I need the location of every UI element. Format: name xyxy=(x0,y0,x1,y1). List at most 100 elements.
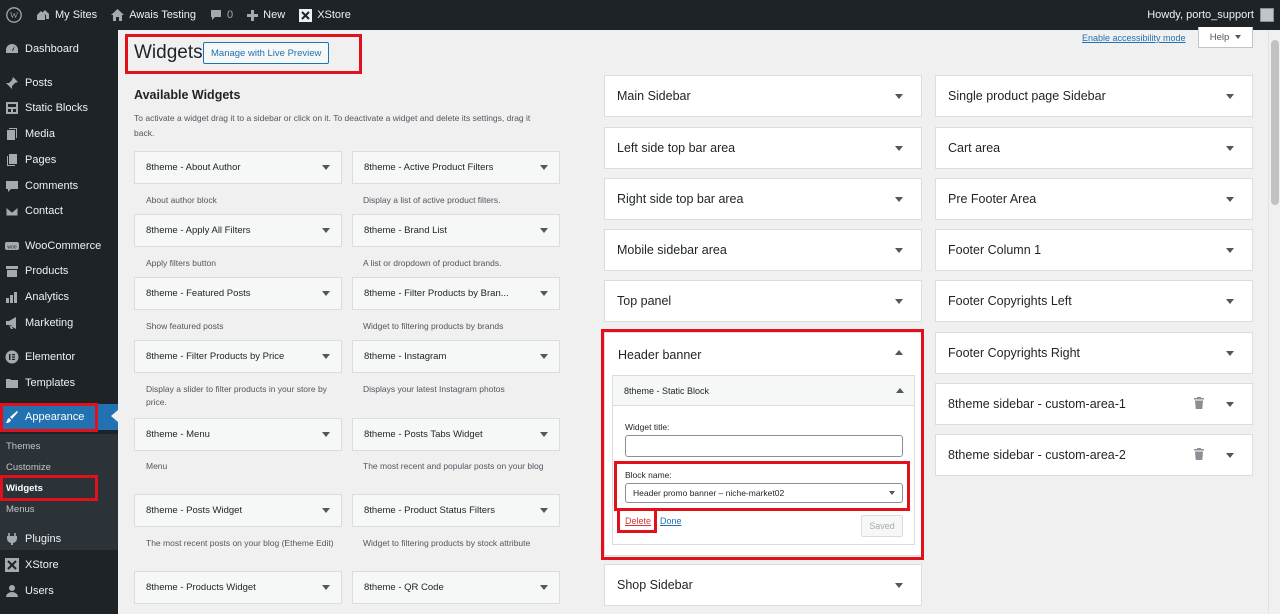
widget-item[interactable]: 8theme - QR Code xyxy=(352,571,560,604)
widget-item[interactable]: 8theme - Filter Products by Bran... xyxy=(352,277,560,310)
caret-down-icon xyxy=(540,228,548,233)
caret-down-icon xyxy=(540,165,548,170)
help-button[interactable]: Help xyxy=(1198,27,1253,48)
sidebar-item-contact[interactable]: Contact xyxy=(0,199,118,223)
sidebar-area-title[interactable]: Header banner xyxy=(618,348,701,362)
new-content-menu[interactable]: New xyxy=(240,0,292,30)
sidebar-area-custom-area-2[interactable]: 8theme sidebar - custom-area-2 xyxy=(935,434,1253,476)
widget-description: The most recent and popular posts on you… xyxy=(363,461,544,471)
sidebar-area-title: 8theme sidebar - custom-area-1 xyxy=(948,397,1126,411)
widget-description: About author block xyxy=(146,195,217,205)
widget-header[interactable]: 8theme - Static Block xyxy=(613,376,914,406)
caret-down-icon xyxy=(1226,145,1234,151)
sidebar-item-marketing[interactable]: Marketing xyxy=(0,311,118,335)
my-sites-menu[interactable]: My Sites xyxy=(29,0,104,30)
caret-down-icon xyxy=(895,145,903,151)
sidebar-area-footer-copyrights-right[interactable]: Footer Copyrights Right xyxy=(935,332,1253,374)
sidebar-area-top-panel[interactable]: Top panel xyxy=(604,280,922,322)
widget-item[interactable]: 8theme - Posts Tabs Widget xyxy=(352,418,560,451)
sidebar-item-plugins[interactable]: Plugins xyxy=(0,527,118,551)
block-name-select[interactable]: Header promo banner – niche-market02 xyxy=(625,483,903,503)
sidebar-area-single-product[interactable]: Single product page Sidebar xyxy=(935,75,1253,117)
sidebar-item-elementor[interactable]: Elementor xyxy=(0,345,118,369)
avatar xyxy=(1260,8,1274,22)
sidebar-item-dashboard[interactable]: Dashboard xyxy=(0,37,118,61)
submenu-item-menus[interactable]: Menus xyxy=(6,504,35,515)
trash-icon[interactable] xyxy=(1194,396,1204,412)
widget-name: 8theme - QR Code xyxy=(364,582,444,593)
sidebar-item-static-blocks[interactable]: Static Blocks xyxy=(0,96,118,120)
sidebar-area-right-top-bar[interactable]: Right side top bar area xyxy=(604,178,922,220)
sidebar-item-pages[interactable]: Pages xyxy=(0,148,118,172)
widget-description: A list or dropdown of product brands. xyxy=(363,258,502,268)
widget-item[interactable]: 8theme - Instagram xyxy=(352,340,560,373)
sidebar-item-users[interactable]: Users xyxy=(0,579,118,603)
widget-item[interactable]: 8theme - Posts Widget xyxy=(134,494,342,527)
sidebar-area-shop-sidebar[interactable]: Shop Sidebar xyxy=(604,564,922,606)
widget-name: 8theme - Filter Products by Price xyxy=(146,351,285,362)
site-name-menu[interactable]: Awais Testing xyxy=(104,0,203,30)
sidebar-area-mobile[interactable]: Mobile sidebar area xyxy=(604,229,922,271)
widget-item[interactable]: 8theme - Apply All Filters xyxy=(134,214,342,247)
sidebar-area-cart[interactable]: Cart area xyxy=(935,127,1253,169)
user-icon xyxy=(6,585,18,597)
caret-up-icon[interactable] xyxy=(895,350,903,355)
wordpress-logo-button[interactable]: W xyxy=(0,0,29,30)
submenu-item-themes[interactable]: Themes xyxy=(6,441,40,452)
sidebar-area-custom-area-1[interactable]: 8theme sidebar - custom-area-1 xyxy=(935,383,1253,425)
sidebar-item-media[interactable]: Media xyxy=(0,122,118,146)
sidebar-item-analytics[interactable]: Analytics xyxy=(0,285,118,309)
available-widgets-title: Available Widgets xyxy=(134,88,241,102)
widget-title-label: Widget title: xyxy=(625,422,670,432)
comments-menu[interactable]: 0 xyxy=(203,0,240,30)
sidebar-area-title: Right side top bar area xyxy=(617,192,744,206)
submenu-item-customize[interactable]: Customize xyxy=(6,462,51,473)
widget-name: 8theme - Filter Products by Bran... xyxy=(364,288,509,299)
sidebar-area-left-top-bar[interactable]: Left side top bar area xyxy=(604,127,922,169)
widget-name: 8theme - Apply All Filters xyxy=(146,225,251,236)
sidebar-item-xstore[interactable]: XStore xyxy=(0,553,118,577)
comments-count: 0 xyxy=(227,9,234,21)
widget-item[interactable]: 8theme - About Author xyxy=(134,151,342,184)
sidebar-item-templates[interactable]: Templates xyxy=(0,371,118,395)
live-preview-button[interactable]: Manage with Live Preview xyxy=(203,42,330,64)
scrollbar-thumb[interactable] xyxy=(1271,40,1279,205)
widget-item[interactable]: 8theme - Active Product Filters xyxy=(352,151,560,184)
delete-link[interactable]: Delete xyxy=(625,516,651,526)
widget-description: Display a list of active product filters… xyxy=(363,195,501,205)
home-icon xyxy=(111,9,125,21)
widget-item[interactable]: 8theme - Products Widget xyxy=(134,571,342,604)
sidebar-area-footer-copyrights-left[interactable]: Footer Copyrights Left xyxy=(935,280,1253,322)
accessibility-mode-link[interactable]: Enable accessibility mode xyxy=(1082,33,1186,43)
xstore-menu[interactable]: XStore xyxy=(292,0,358,30)
account-menu[interactable]: Howdy, porto_support xyxy=(1147,0,1274,30)
submenu-item-widgets[interactable]: Widgets xyxy=(6,483,43,494)
blocks-icon xyxy=(6,102,18,114)
sidebar-item-appearance[interactable]: Appearance xyxy=(0,404,118,430)
sidebar-item-woocommerce[interactable]: woo WooCommerce xyxy=(0,234,118,258)
widget-item[interactable]: 8theme - Product Status Filters xyxy=(352,494,560,527)
widget-title-input[interactable] xyxy=(625,435,903,457)
trash-icon[interactable] xyxy=(1194,447,1204,463)
sidebar-item-label: Elementor xyxy=(25,351,76,363)
widget-item[interactable]: 8theme - Featured Posts xyxy=(134,277,342,310)
sidebar-item-comments[interactable]: Comments xyxy=(0,174,118,198)
sidebar-item-products[interactable]: Products xyxy=(0,259,118,283)
saved-button[interactable]: Saved xyxy=(861,515,903,537)
caret-down-icon xyxy=(322,508,330,513)
sidebar-area-footer-column-1[interactable]: Footer Column 1 xyxy=(935,229,1253,271)
mail-icon xyxy=(5,206,19,217)
widget-description: The most recent posts on your blog (Ethe… xyxy=(146,538,334,548)
sidebar-item-posts[interactable]: Posts xyxy=(0,71,118,95)
sidebar-area-main-sidebar[interactable]: Main Sidebar xyxy=(604,75,922,117)
widget-item[interactable]: 8theme - Filter Products by Price xyxy=(134,340,342,373)
admin-sidebar: Dashboard Posts Static Blocks Media Page… xyxy=(0,30,118,614)
plus-icon xyxy=(247,9,259,21)
widget-item[interactable]: 8theme - Brand List xyxy=(352,214,560,247)
widget-description: Displays your latest Instagram photos xyxy=(363,384,505,394)
done-link[interactable]: Done xyxy=(660,516,682,526)
widget-description: Widget to filtering products by stock at… xyxy=(363,538,531,548)
page-scrollbar[interactable] xyxy=(1268,30,1280,614)
widget-item[interactable]: 8theme - Menu xyxy=(134,418,342,451)
sidebar-area-pre-footer[interactable]: Pre Footer Area xyxy=(935,178,1253,220)
